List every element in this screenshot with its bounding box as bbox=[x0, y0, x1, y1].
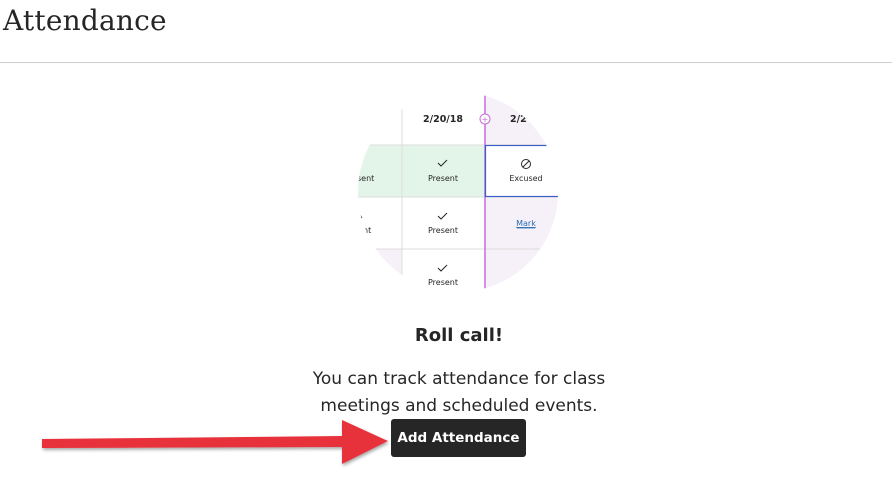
date-header-1: 2/20/18 bbox=[423, 114, 463, 125]
muted-cell bbox=[358, 249, 402, 292]
empty-state-description: You can track attendance for class meeti… bbox=[312, 369, 606, 416]
present-label: Present bbox=[428, 226, 458, 235]
roll-call-illustration: 2/20/18 2/2 + Present sent Excused Prese… bbox=[358, 92, 558, 292]
excused-cell bbox=[484, 144, 558, 198]
red-arrow-annotation bbox=[42, 420, 388, 464]
page-title: Attendance bbox=[3, 4, 167, 37]
present-label: Present bbox=[428, 174, 458, 183]
add-column-glyph: + bbox=[482, 115, 489, 124]
muted-column bbox=[485, 197, 558, 292]
present-label-clipped: sent bbox=[358, 174, 374, 183]
present-label-clipped: nt bbox=[363, 226, 371, 235]
date-header-2: 2/2 bbox=[510, 114, 527, 125]
title-divider bbox=[0, 62, 892, 63]
present-label: Present bbox=[428, 278, 458, 287]
mark-link: Mark bbox=[516, 219, 536, 228]
empty-state-heading: Roll call! bbox=[414, 325, 504, 346]
attendance-page: Attendance 2/20/18 2/2 + Present sent Ex… bbox=[0, 0, 892, 486]
present-row-highlight bbox=[358, 145, 485, 197]
excused-label: Excused bbox=[509, 174, 542, 183]
add-attendance-button[interactable]: Add Attendance bbox=[391, 419, 526, 457]
